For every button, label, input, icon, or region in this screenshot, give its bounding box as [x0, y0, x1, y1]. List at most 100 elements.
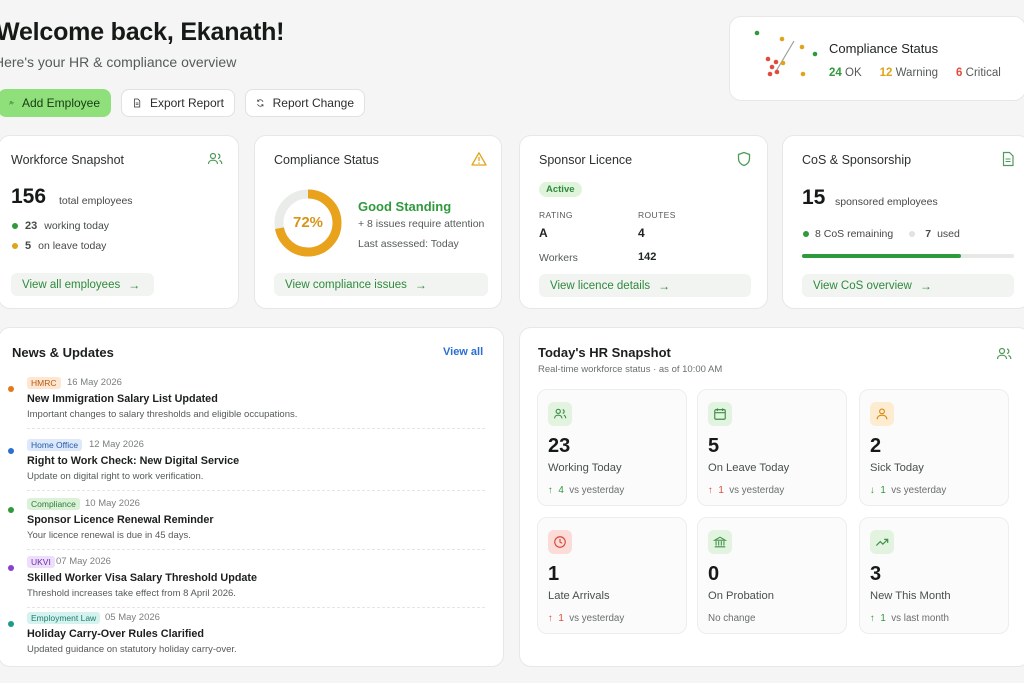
snapshot-tile[interactable]: 0 On Probation No change	[697, 517, 847, 634]
tile-foot-label: No change	[708, 613, 756, 624]
compliance-status-card: Compliance Status 72% Good Standing + 8 …	[254, 135, 502, 309]
cos-progress-fill	[802, 254, 961, 258]
tile-foot-label: vs yesterday	[891, 485, 947, 496]
report-change-button[interactable]: Report Change	[245, 89, 365, 117]
on-leave-row: 5 on leave today	[12, 240, 106, 252]
add-user-icon	[9, 101, 14, 105]
critical-count: 6	[956, 67, 963, 79]
news-tag: Home Office	[27, 439, 83, 451]
tile-icon-box	[548, 530, 572, 554]
tile-delta: 1	[880, 485, 886, 496]
issues-label: + 8 issues require attention	[358, 218, 485, 230]
sponsored-label: sponsored employees	[835, 196, 938, 208]
news-date: 05 May 2026	[105, 612, 160, 623]
tile-footer: ↑ 1 vs yesterday	[708, 485, 784, 496]
tile-number: 0	[708, 563, 720, 585]
total-employees-count: 156	[11, 185, 47, 208]
shield-icon	[737, 151, 751, 167]
arrow-right-icon: →	[414, 277, 427, 292]
view-licence-details-link[interactable]: View licence details →	[539, 274, 751, 297]
workers-value: 142	[638, 251, 657, 263]
add-employee-button[interactable]: Add Employee	[0, 89, 111, 117]
category-dot	[8, 621, 14, 627]
news-description: Update on digital right to work verifica…	[27, 471, 204, 482]
tile-icon-box	[708, 530, 732, 554]
status-badge: Active	[539, 182, 582, 197]
tile-number: 2	[870, 435, 882, 457]
view-compliance-issues-link[interactable]: View compliance issues →	[274, 273, 488, 296]
category-dot	[8, 507, 14, 513]
link-label: View all employees	[22, 278, 121, 291]
warning-count: 12	[879, 67, 893, 79]
news-description: Updated guidance on statutory holiday ca…	[27, 644, 237, 655]
tile-label: Late Arrivals	[548, 590, 610, 602]
news-description: Your licence renewal is due in 45 days.	[27, 530, 191, 541]
working-today-row: 23 working today	[12, 220, 109, 232]
users-icon	[554, 408, 567, 419]
snapshot-tile[interactable]: 23 Working Today ↑ 4 vs yesterday	[537, 389, 687, 506]
warning-icon	[471, 152, 487, 166]
hr-snapshot-card: Today's HR Snapshot Real-time workforce …	[519, 327, 1024, 667]
amber-dot	[12, 243, 18, 249]
sponsor-licence-card: Sponsor Licence Active RATING ROUTES A 4…	[519, 135, 768, 309]
working-today-label: working today	[44, 220, 110, 232]
view-cos-overview-link[interactable]: View CoS overview →	[802, 274, 1014, 297]
news-divider	[27, 607, 485, 608]
green-dot	[12, 223, 18, 229]
export-report-button[interactable]: Export Report	[121, 89, 235, 117]
snapshot-tile[interactable]: 5 On Leave Today ↑ 1 vs yesterday	[697, 389, 847, 506]
news-divider	[27, 549, 485, 550]
news-headline: Right to Work Check: New Digital Service	[27, 455, 240, 467]
snapshot-subtitle: Real-time workforce status · as of 10:00…	[538, 364, 723, 375]
tile-number: 23	[548, 435, 571, 457]
sponsored-count: 15	[802, 186, 826, 209]
working-today-count: 23	[25, 220, 38, 232]
category-dot	[8, 565, 14, 571]
routes-value: 4	[638, 226, 645, 240]
page-subtitle: Here's your HR & compliance overview	[0, 54, 237, 70]
snapshot-tile[interactable]: 1 Late Arrivals ↑ 1 vs yesterday	[537, 517, 687, 634]
rating-label: RATING	[539, 210, 573, 220]
tile-footer: ↑ 1 vs yesterday	[548, 613, 624, 624]
export-report-label: Export Report	[149, 96, 224, 110]
link-label: View licence details	[550, 279, 651, 292]
tile-footer: No change	[708, 613, 755, 624]
arrow-up-icon: ↑	[870, 613, 875, 624]
users-icon	[996, 347, 1012, 360]
snapshot-tile[interactable]: 2 Sick Today ↓ 1 vs yesterday	[859, 389, 1009, 506]
cos-remaining-label: 8 CoS remaining	[815, 228, 894, 240]
tile-foot-label: vs last month	[891, 613, 949, 624]
compliance-status-popup[interactable]: Compliance Status 24 OK 12 Warning 6 Cri…	[729, 16, 1024, 101]
compliance-percent: 72%	[292, 214, 324, 231]
tile-label: New This Month	[870, 590, 951, 602]
clock-icon	[554, 536, 566, 548]
cos-sponsorship-card: CoS & Sponsorship 15 sponsored employees…	[782, 135, 1024, 309]
news-date: 16 May 2026	[67, 377, 122, 388]
link-label: View CoS overview	[813, 279, 912, 292]
document-icon	[1002, 151, 1014, 167]
critical-label: Critical	[965, 67, 1001, 79]
refresh-icon	[257, 99, 264, 107]
news-divider	[27, 428, 485, 429]
arrow-down-icon: ↓	[870, 485, 875, 496]
tile-delta: 1	[558, 613, 564, 624]
tile-delta: 1	[880, 613, 886, 624]
calendar-icon	[714, 408, 726, 420]
report-change-label: Report Change	[272, 96, 354, 110]
green-dot	[803, 231, 809, 237]
arrow-right-icon: →	[128, 277, 141, 292]
cos-progress-track	[802, 254, 1014, 258]
view-all-employees-link[interactable]: View all employees →	[11, 273, 154, 296]
compliance-radar-icon	[754, 30, 818, 77]
news-description: Important changes to salary thresholds a…	[27, 409, 298, 420]
card-title: Compliance Status	[274, 153, 379, 167]
tile-footer: ↓ 1 vs yesterday	[870, 485, 946, 496]
tile-delta: 1	[718, 485, 724, 496]
trending-up-icon	[875, 538, 889, 546]
news-title: News & Updates	[12, 345, 114, 360]
view-all-news-link[interactable]: View all	[443, 346, 483, 358]
tile-foot-label: vs yesterday	[569, 485, 625, 496]
snapshot-tile[interactable]: 3 New This Month ↑ 1 vs last month	[859, 517, 1009, 634]
ok-count: 24	[829, 67, 842, 79]
tile-label: Working Today	[548, 462, 622, 474]
